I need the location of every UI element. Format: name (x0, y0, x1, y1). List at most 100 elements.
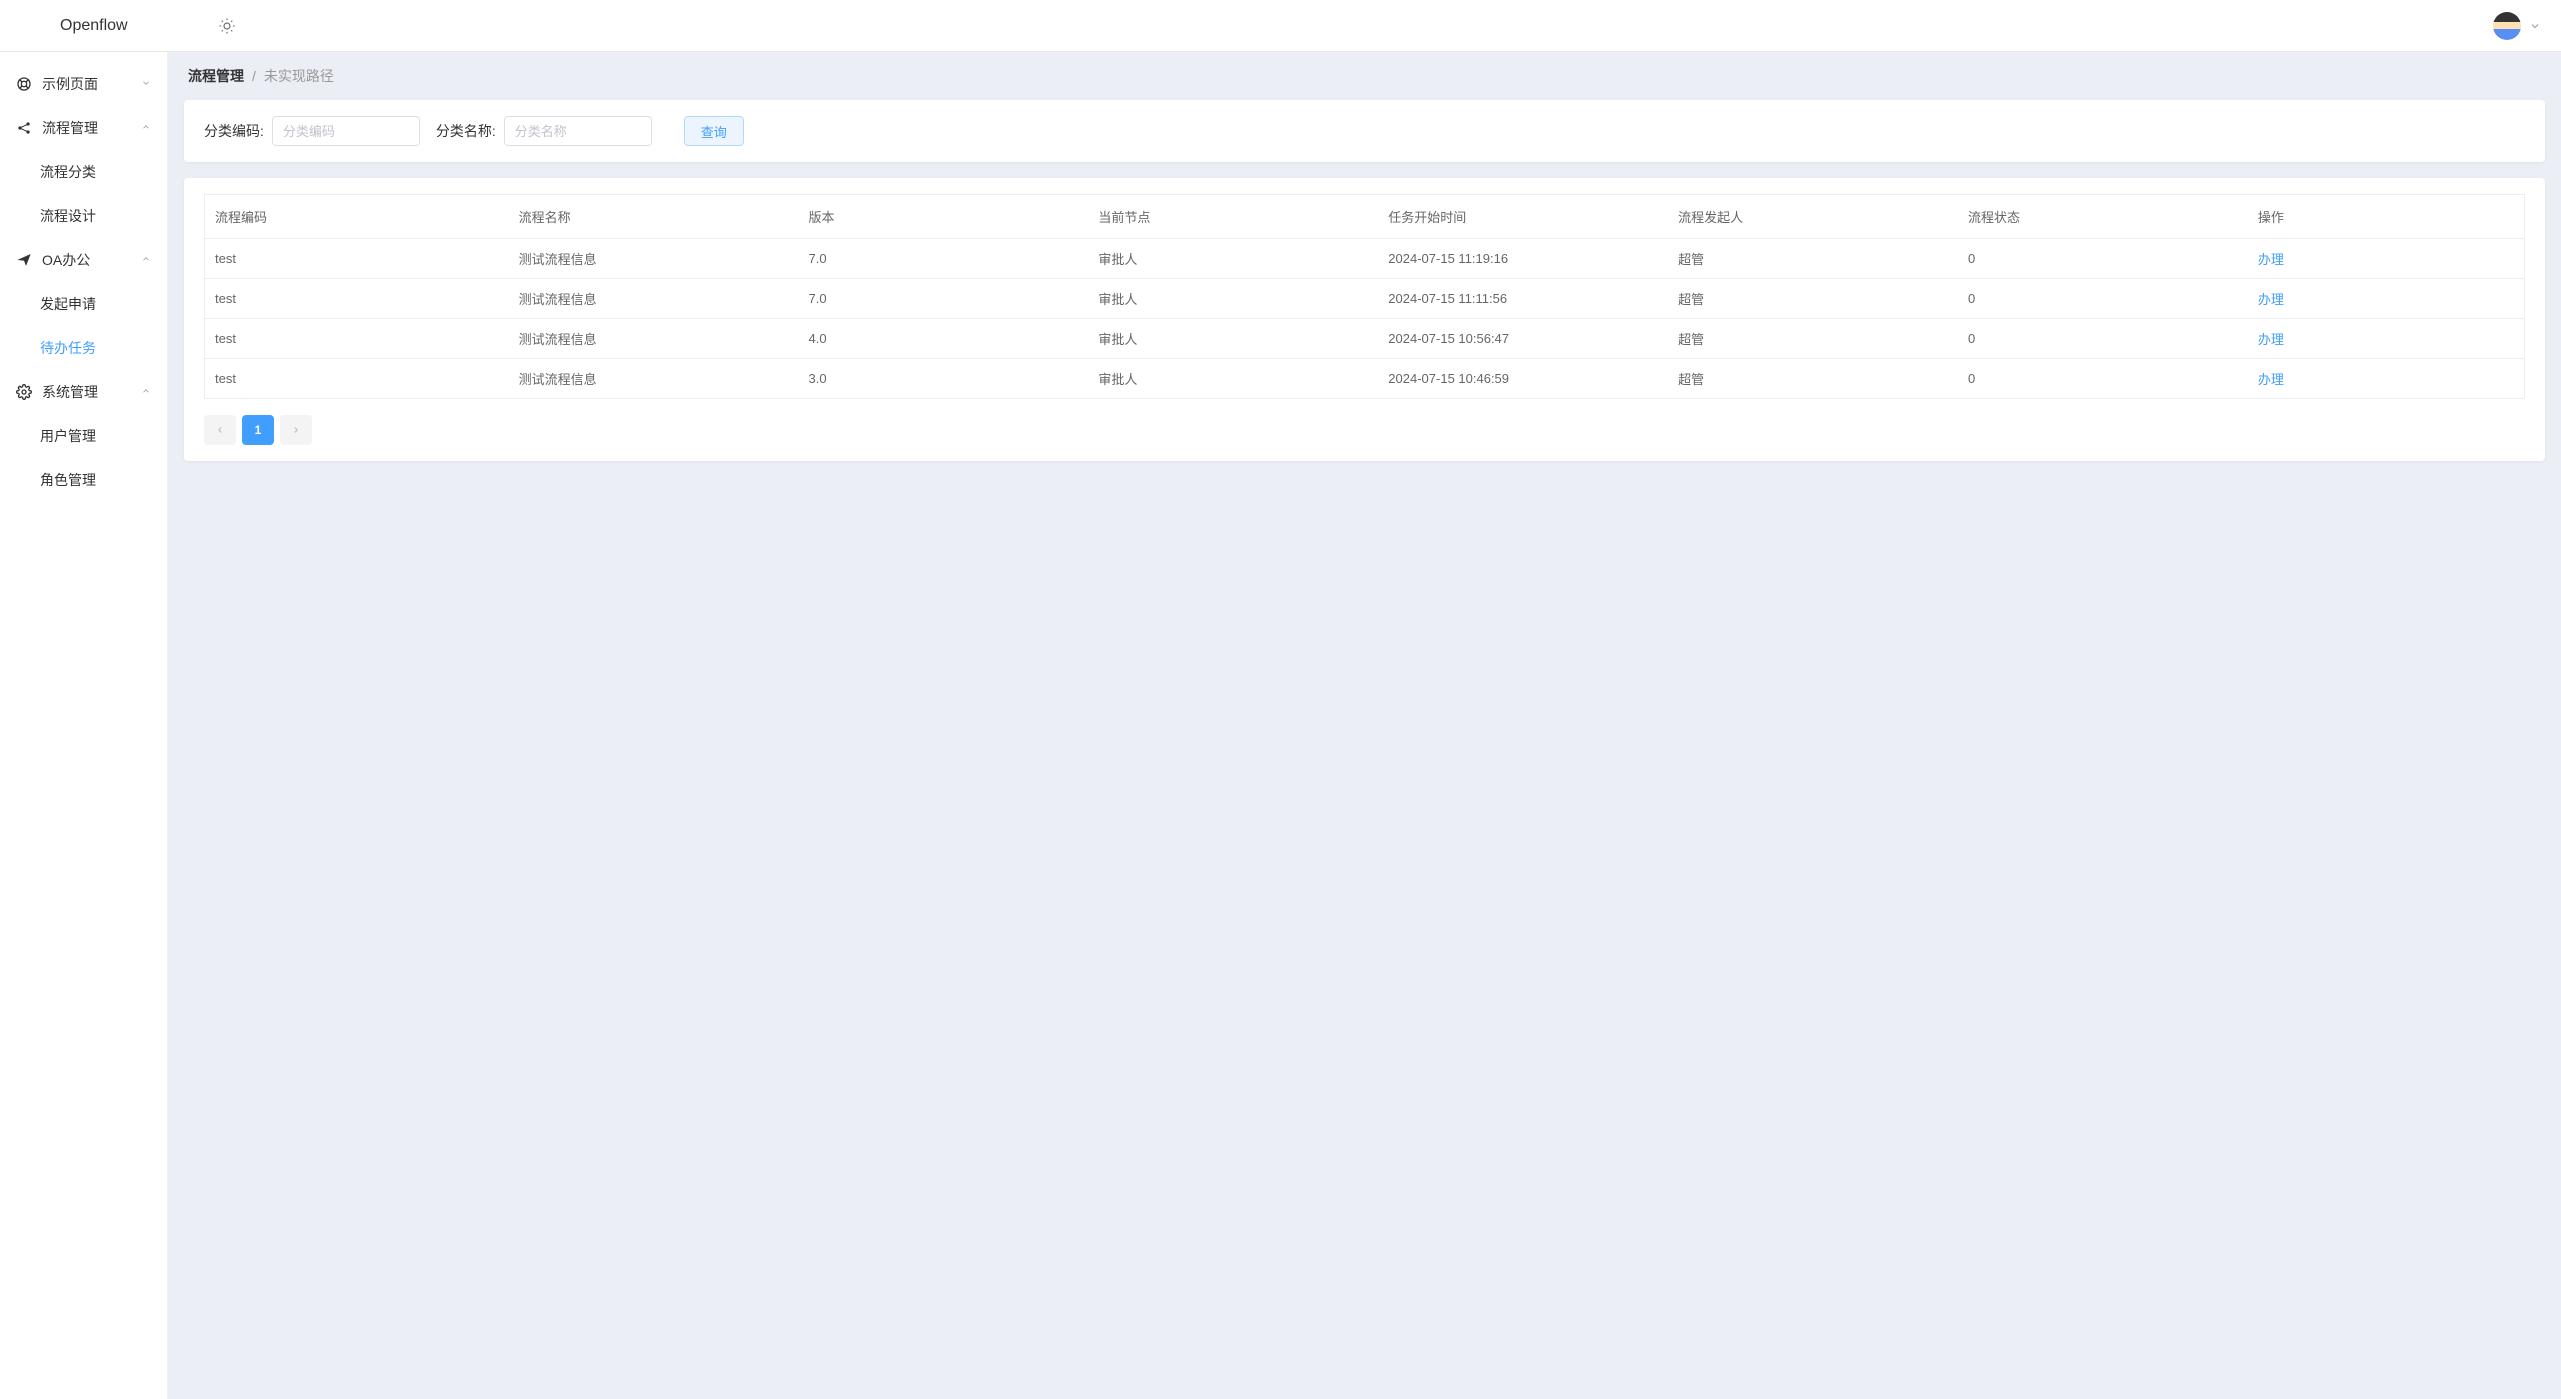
theme-toggle[interactable] (218, 17, 236, 35)
cell-status: 0 (1958, 359, 2248, 399)
cell-name: 测试流程信息 (509, 359, 799, 399)
query-button[interactable]: 查询 (684, 116, 744, 146)
cell-initiator: 超管 (1668, 279, 1958, 319)
table-row: test测试流程信息3.0审批人2024-07-15 10:46:59超管0办理 (205, 359, 2524, 399)
breadcrumb: 流程管理 / 未实现路径 (168, 52, 2561, 100)
sidebar-item-label: 流程设计 (40, 206, 96, 226)
sidebar-item-start-request[interactable]: 发起申请 (0, 282, 167, 326)
sidebar-item-label: 角色管理 (40, 470, 96, 490)
table-row: test测试流程信息4.0审批人2024-07-15 10:56:47超管0办理 (205, 319, 2524, 359)
sidebar-item-label: 用户管理 (40, 426, 96, 446)
sidebar-item-label: 系统管理 (42, 382, 98, 402)
cell-name: 测试流程信息 (509, 279, 799, 319)
filter-name: 分类名称: (436, 116, 652, 146)
logo: Openflow (60, 17, 128, 35)
cell-action: 办理 (2248, 359, 2524, 399)
share-icon (16, 120, 32, 136)
th-version: 版本 (799, 195, 1089, 239)
sidebar-item-workflow-design[interactable]: 流程设计 (0, 194, 167, 238)
pagination: 1 (204, 415, 2525, 445)
sidebar-item-user-management[interactable]: 用户管理 (0, 414, 167, 458)
cell-initiator: 超管 (1668, 239, 1958, 279)
cell-version: 7.0 (799, 279, 1089, 319)
handle-link[interactable]: 办理 (2258, 252, 2284, 267)
table-row: test测试流程信息7.0审批人2024-07-15 11:11:56超管0办理 (205, 279, 2524, 319)
sidebar-item-workflow-category[interactable]: 流程分类 (0, 150, 167, 194)
th-start-time: 任务开始时间 (1378, 195, 1668, 239)
sidebar: 示例页面 流程管理 流程分类 流程设计 OA办公 (0, 52, 168, 1399)
handle-link[interactable]: 办理 (2258, 292, 2284, 307)
header-left: Openflow (20, 17, 236, 35)
th-status: 流程状态 (1958, 195, 2248, 239)
app-header: Openflow (0, 0, 2561, 52)
cell-version: 7.0 (799, 239, 1089, 279)
cell-start-time: 2024-07-15 10:46:59 (1378, 359, 1668, 399)
cell-version: 3.0 (799, 359, 1089, 399)
sidebar-item-label: 示例页面 (42, 74, 98, 94)
cell-start-time: 2024-07-15 11:11:56 (1378, 279, 1668, 319)
filter-name-input[interactable] (504, 116, 652, 146)
sidebar-item-oa[interactable]: OA办公 (0, 238, 167, 282)
cell-action: 办理 (2248, 319, 2524, 359)
paper-plane-icon (16, 252, 32, 268)
breadcrumb-separator: / (252, 68, 256, 84)
cell-status: 0 (1958, 239, 2248, 279)
task-table: 流程编码 流程名称 版本 当前节点 任务开始时间 流程发起人 流程状态 操作 t… (205, 195, 2524, 398)
filter-code: 分类编码: (204, 116, 420, 146)
sidebar-item-workflow[interactable]: 流程管理 (0, 106, 167, 150)
th-code: 流程编码 (205, 195, 509, 239)
cell-status: 0 (1958, 279, 2248, 319)
cell-code: test (205, 239, 509, 279)
chevron-up-icon (141, 122, 151, 135)
cell-current-node: 审批人 (1088, 359, 1378, 399)
cell-initiator: 超管 (1668, 319, 1958, 359)
avatar (2493, 12, 2521, 40)
cell-current-node: 审批人 (1088, 239, 1378, 279)
cell-name: 测试流程信息 (509, 239, 799, 279)
cell-current-node: 审批人 (1088, 319, 1378, 359)
cell-version: 4.0 (799, 319, 1089, 359)
layout: 示例页面 流程管理 流程分类 流程设计 OA办公 (0, 52, 2561, 1399)
filter-code-input[interactable] (272, 116, 420, 146)
chevron-right-icon (291, 425, 301, 435)
th-current-node: 当前节点 (1088, 195, 1378, 239)
lifebuoy-icon (16, 76, 32, 92)
filter-code-label: 分类编码: (204, 121, 264, 141)
page-prev[interactable] (204, 415, 236, 445)
handle-link[interactable]: 办理 (2258, 372, 2284, 387)
cell-code: test (205, 319, 509, 359)
sidebar-item-role-management[interactable]: 角色管理 (0, 458, 167, 502)
sun-icon (218, 17, 236, 35)
th-name: 流程名称 (509, 195, 799, 239)
cell-start-time: 2024-07-15 11:19:16 (1378, 239, 1668, 279)
cell-code: test (205, 279, 509, 319)
page-number[interactable]: 1 (242, 415, 274, 445)
table-panel: 流程编码 流程名称 版本 当前节点 任务开始时间 流程发起人 流程状态 操作 t… (184, 178, 2545, 461)
filter-name-label: 分类名称: (436, 121, 496, 141)
sidebar-item-examples[interactable]: 示例页面 (0, 62, 167, 106)
sidebar-item-system[interactable]: 系统管理 (0, 370, 167, 414)
breadcrumb-current: 未实现路径 (264, 66, 334, 86)
main-content: 流程管理 / 未实现路径 分类编码: 分类名称: 查询 流程编码 (168, 52, 2561, 1399)
sidebar-item-label: 流程分类 (40, 162, 96, 182)
table-row: test测试流程信息7.0审批人2024-07-15 11:19:16超管0 办理 (205, 239, 2524, 279)
handle-link[interactable]: 办理 (2258, 332, 2284, 347)
gear-icon (16, 384, 32, 400)
chevron-down-icon (141, 78, 151, 91)
sidebar-item-label: 流程管理 (42, 118, 98, 138)
th-action: 操作 (2248, 195, 2524, 239)
breadcrumb-parent[interactable]: 流程管理 (188, 66, 244, 86)
page-next[interactable] (280, 415, 312, 445)
sidebar-item-label: 发起申请 (40, 294, 96, 314)
chevron-up-icon (141, 254, 151, 267)
th-initiator: 流程发起人 (1668, 195, 1958, 239)
cell-action: 办理 (2248, 279, 2524, 319)
chevron-up-icon (141, 386, 151, 399)
table-wrapper: 流程编码 流程名称 版本 当前节点 任务开始时间 流程发起人 流程状态 操作 t… (204, 194, 2525, 399)
user-menu[interactable] (2493, 12, 2541, 40)
sidebar-item-todo-tasks[interactable]: 待办任务 (0, 326, 167, 370)
sidebar-item-label: OA办公 (42, 250, 90, 270)
chevron-left-icon (215, 425, 225, 435)
cell-name: 测试流程信息 (509, 319, 799, 359)
filter-panel: 分类编码: 分类名称: 查询 (184, 100, 2545, 162)
